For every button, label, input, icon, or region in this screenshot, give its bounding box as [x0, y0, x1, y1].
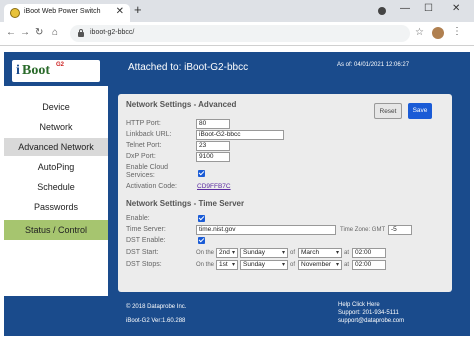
- dxp-port-label: DxP Port:: [126, 153, 156, 160]
- browser-tabstrip: iBoot Web Power Switch ✕ + — ☐ ✕: [0, 0, 474, 22]
- chevron-down-icon: ▾: [281, 262, 285, 268]
- activation-code-link[interactable]: CD9FFB7C: [197, 183, 231, 190]
- dst-start-at: at: [344, 250, 350, 256]
- tab-title: iBoot Web Power Switch: [24, 8, 101, 15]
- main-content: Network Settings - Advanced Reset Save H…: [108, 86, 470, 296]
- sidebar: Device Network Advanced Network AutoPing…: [4, 86, 108, 296]
- linkback-input[interactable]: iBoot-G2-bbcc: [196, 130, 284, 140]
- profile-avatar[interactable]: [432, 27, 444, 39]
- dst-start-on-the: On the: [196, 250, 215, 256]
- save-button[interactable]: Save: [408, 103, 432, 119]
- maximize-icon[interactable]: ☐: [424, 3, 433, 14]
- cloud-label-line2: Services:: [126, 172, 155, 179]
- sidebar-item-passwords[interactable]: Passwords: [4, 198, 108, 216]
- time-zone-input[interactable]: -5: [388, 225, 412, 235]
- as-of-timestamp: As of: 04/01/2021 12:06:27: [337, 62, 410, 68]
- chevron-down-icon: ▾: [335, 262, 339, 268]
- help-link[interactable]: Help Click Here: [338, 302, 380, 308]
- activation-code-label: Activation Code:: [126, 183, 177, 190]
- lock-icon: [78, 29, 84, 37]
- dst-start-day-select[interactable]: Sunday ▾: [240, 248, 288, 258]
- dst-stop-of: of: [290, 262, 296, 268]
- chevron-down-icon: ▾: [231, 250, 235, 256]
- app-footer: © 2018 Dataprobe Inc. iBoot-G2 Ver:1.60.…: [4, 296, 470, 336]
- reload-icon[interactable]: ↻: [35, 27, 43, 38]
- time-server-label: Time Server:: [126, 226, 166, 233]
- chevron-down-icon: ▾: [281, 250, 285, 256]
- linkback-label: Linkback URL:: [126, 131, 172, 138]
- app-header: i Boot G2 Attached to: iBoot-G2-bbcc As …: [4, 52, 470, 86]
- time-server-section-title: Network Settings - Time Server: [126, 199, 245, 208]
- dst-stop-on-the: On the: [196, 262, 215, 268]
- http-port-input[interactable]: 80: [196, 119, 230, 129]
- advanced-section-title: Network Settings - Advanced: [126, 100, 237, 109]
- sidebar-item-schedule[interactable]: Schedule: [4, 178, 108, 196]
- browser-menu-icon[interactable]: ⋮: [452, 26, 462, 37]
- close-tab-icon[interactable]: ✕: [116, 6, 124, 17]
- iboot-logo: i Boot G2: [12, 60, 100, 82]
- dst-stop-time-input[interactable]: 02:00: [352, 260, 386, 270]
- time-server-input[interactable]: time.nist.gov: [196, 225, 336, 235]
- browser-tab[interactable]: iBoot Web Power Switch ✕: [4, 4, 130, 22]
- iboot-app: i Boot G2 Attached to: iBoot-G2-bbcc As …: [4, 52, 470, 336]
- support-email[interactable]: support@dataprobe.com: [338, 318, 404, 324]
- support-phone: Support: 201-934-5111: [338, 310, 399, 316]
- sidebar-item-autoping[interactable]: AutoPing: [4, 158, 108, 176]
- home-icon[interactable]: ⌂: [52, 27, 58, 38]
- sidebar-item-status-control[interactable]: Status / Control: [4, 220, 108, 240]
- time-enable-checkbox[interactable]: [198, 215, 205, 222]
- dst-start-month-select[interactable]: March ▾: [298, 248, 342, 258]
- forward-icon[interactable]: →: [20, 27, 30, 38]
- minimize-icon[interactable]: —: [400, 3, 410, 14]
- chevron-down-icon: ▾: [231, 262, 235, 268]
- dst-start-ordinal-select[interactable]: 2nd ▾: [216, 248, 238, 258]
- enable-cloud-checkbox[interactable]: [198, 170, 205, 177]
- address-bar: ← → ↻ ⌂ iboot-g2-bbcc/ ☆ ⋮: [0, 22, 474, 46]
- close-window-icon[interactable]: ✕: [452, 3, 460, 14]
- copyright-text: © 2018 Dataprobe Inc.: [126, 304, 187, 310]
- dst-stops-label: DST Stops:: [126, 261, 162, 268]
- reset-button[interactable]: Reset: [374, 103, 402, 119]
- url-text: iboot-g2-bbcc/: [90, 29, 135, 36]
- telnet-port-input[interactable]: 23: [196, 141, 230, 151]
- dst-stop-day-select[interactable]: Sunday ▾: [240, 260, 288, 270]
- version-text: iBoot-G2 Ver:1.60.288: [126, 318, 186, 324]
- http-port-label: HTTP Port:: [126, 120, 161, 127]
- sidebar-item-advanced-network[interactable]: Advanced Network: [4, 138, 108, 156]
- attached-to: Attached to: iBoot-G2-bbcc: [128, 62, 249, 73]
- cloud-label-line1: Enable Cloud: [126, 164, 169, 171]
- sidebar-item-device[interactable]: Device: [4, 98, 108, 116]
- favicon-icon: [10, 8, 20, 18]
- bookmark-star-icon[interactable]: ☆: [415, 27, 424, 38]
- new-tab-icon[interactable]: +: [134, 3, 142, 17]
- settings-panel: Network Settings - Advanced Reset Save H…: [118, 94, 452, 292]
- back-icon[interactable]: ←: [6, 27, 16, 38]
- chevron-down-icon: ▾: [335, 250, 339, 256]
- dst-start-time-input[interactable]: 02:00: [352, 248, 386, 258]
- dst-start-label: DST Start:: [126, 249, 159, 256]
- time-enable-label: Enable:: [126, 215, 150, 222]
- sidebar-item-network[interactable]: Network: [4, 118, 108, 136]
- dst-stop-ordinal-select[interactable]: 1st ▾: [216, 260, 238, 270]
- url-field[interactable]: iboot-g2-bbcc/: [70, 25, 410, 42]
- time-zone-label: Time Zone: GMT: [340, 227, 386, 233]
- dst-start-of: of: [290, 250, 296, 256]
- dst-enable-label: DST Enable:: [126, 237, 166, 244]
- dst-enable-checkbox[interactable]: [198, 237, 205, 244]
- dst-stop-month-select[interactable]: November ▾: [298, 260, 342, 270]
- dst-stop-at: at: [344, 262, 350, 268]
- account-dot-icon[interactable]: [378, 7, 386, 15]
- dxp-port-input[interactable]: 9100: [196, 152, 230, 162]
- telnet-port-label: Telnet Port:: [126, 142, 162, 149]
